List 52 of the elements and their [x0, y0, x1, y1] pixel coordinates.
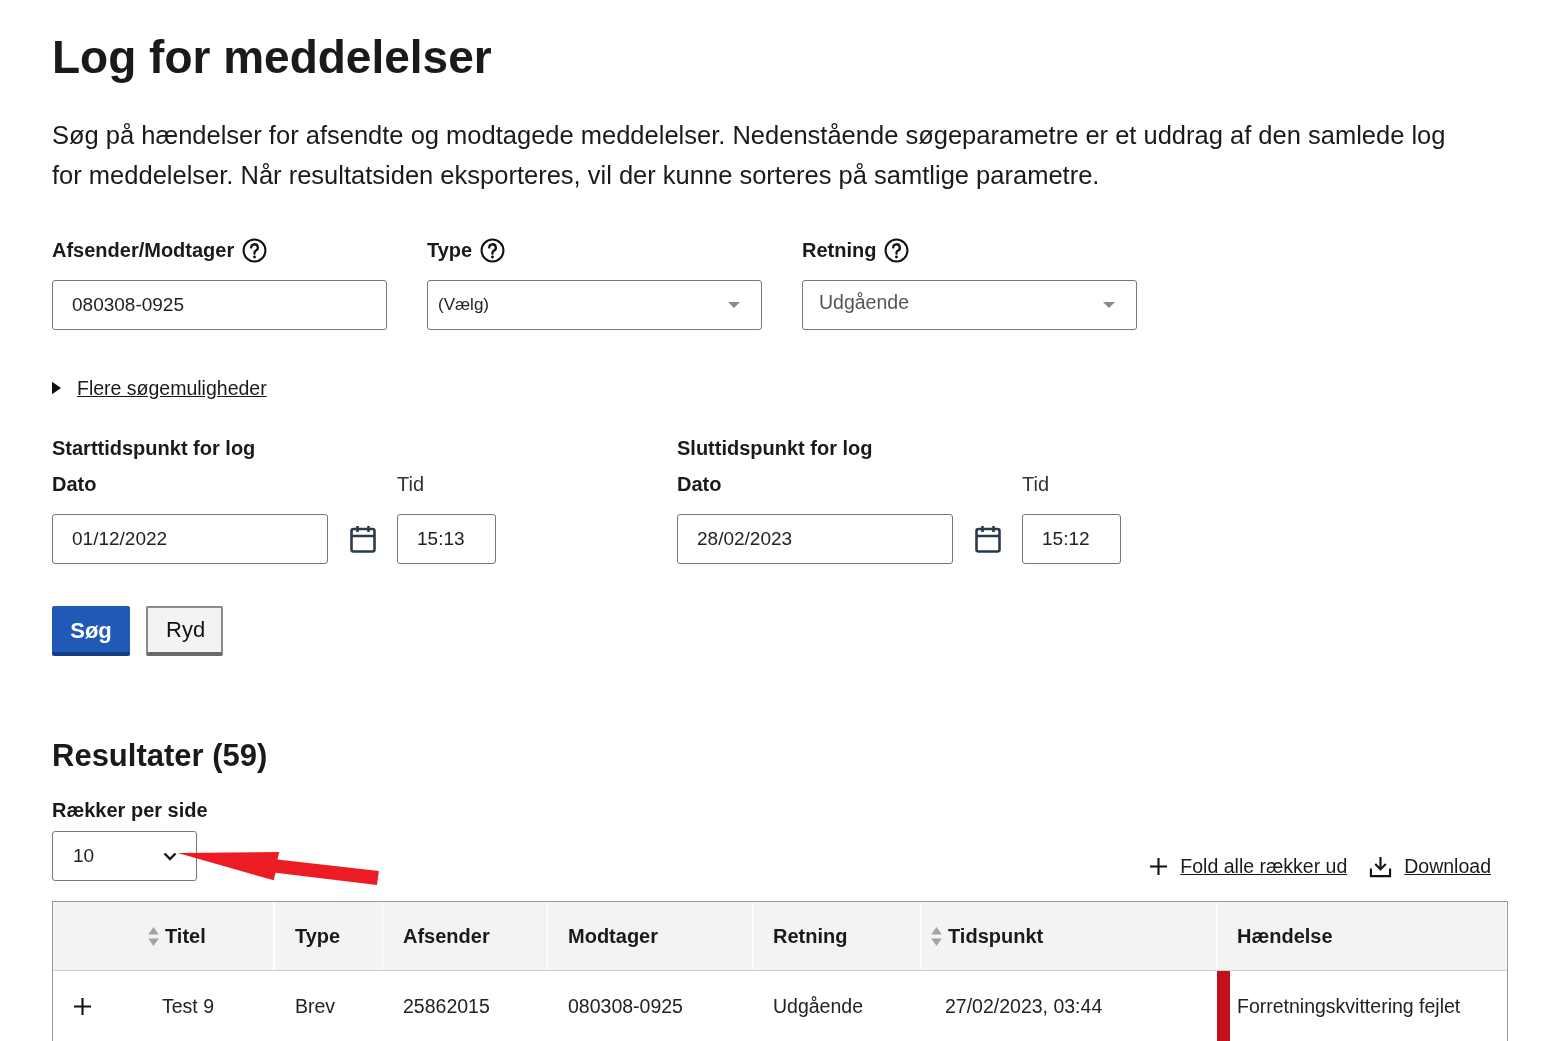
date-field[interactable]: 28/02/2023 — [677, 514, 953, 564]
section-heading: Starttidspunkt for log — [52, 436, 257, 460]
field-label: Retning — [802, 238, 877, 262]
time-field[interactable]: 15:13 — [397, 514, 496, 564]
table-cell: 25862015 — [403, 994, 490, 1018]
intro-text: Søg på hændelser for afsendte og modtagede meddelelser. Nedenstående søgeparametre er et uddrag af den samlede log for meddelelser. Når resultatsiden eksporteres, vil der kunne sorteres på samtlige parametre. — [52, 120, 1447, 191]
field-label: Tid — [1022, 472, 1050, 496]
table-cell-text: Forretningskvittering fejlet — [1236, 994, 1461, 1018]
table-cell: Brev — [295, 994, 336, 1018]
results-heading: Resultater (59) — [52, 737, 269, 775]
table-cell: Test 9 — [162, 994, 215, 1018]
chevron-down-icon — [163, 851, 177, 861]
column-header[interactable]: Modtager — [548, 902, 753, 970]
column-header[interactable]: Tidspunkt — [921, 902, 1217, 970]
column-header[interactable]: Type — [275, 902, 383, 970]
expand-all-link[interactable]: Fold alle rækker ud — [1180, 855, 1348, 878]
select-field[interactable]: Udgående — [802, 280, 1137, 330]
clear-button[interactable]: Ryd — [146, 606, 223, 656]
caret-icon — [728, 302, 740, 308]
more-options-link[interactable]: Flere søgemuligheder — [77, 376, 267, 400]
disclosure-triangle-icon[interactable] — [52, 381, 61, 395]
calendar-icon[interactable] — [350, 525, 376, 553]
plus-icon — [1149, 857, 1169, 876]
time-field[interactable]: 15:12 — [1022, 514, 1121, 564]
text-field[interactable]: 080308-0925 — [52, 280, 387, 330]
help-icon[interactable] — [242, 237, 268, 263]
date-field[interactable]: 01/12/2022 — [52, 514, 328, 564]
column-header[interactable]: Retning — [753, 902, 921, 970]
help-icon[interactable] — [480, 237, 506, 263]
rows-per-page-select[interactable]: 10 — [52, 831, 197, 881]
column-header[interactable]: Afsender — [383, 902, 548, 970]
table-cell: 080308-0925 — [568, 994, 683, 1018]
field-label: Type — [427, 238, 473, 262]
column-header[interactable]: Titel — [138, 902, 275, 970]
plus-icon — [73, 996, 92, 1016]
column-header[interactable]: Hændelse — [1217, 902, 1507, 970]
field-label: Rækker per side — [52, 798, 209, 822]
page-title: Log for meddelelser — [52, 30, 493, 85]
caret-icon — [1103, 302, 1115, 308]
section-heading: Sluttidspunkt for log — [677, 436, 874, 460]
table-cell: 27/02/2023, 03:44 — [945, 994, 1103, 1018]
search-button[interactable]: Søg — [52, 606, 130, 656]
table-cell: Udgående — [773, 994, 863, 1018]
field-label: Dato — [52, 472, 98, 496]
help-icon[interactable] — [884, 237, 910, 263]
calendar-icon[interactable] — [975, 525, 1001, 553]
field-label: Dato — [677, 472, 723, 496]
field-label: Afsender/Modtager — [52, 238, 235, 262]
field-label: Tid — [397, 472, 425, 496]
select-field[interactable]: (Vælg) — [427, 280, 762, 330]
download-link[interactable]: Download — [1404, 855, 1491, 878]
download-icon — [1369, 855, 1393, 878]
